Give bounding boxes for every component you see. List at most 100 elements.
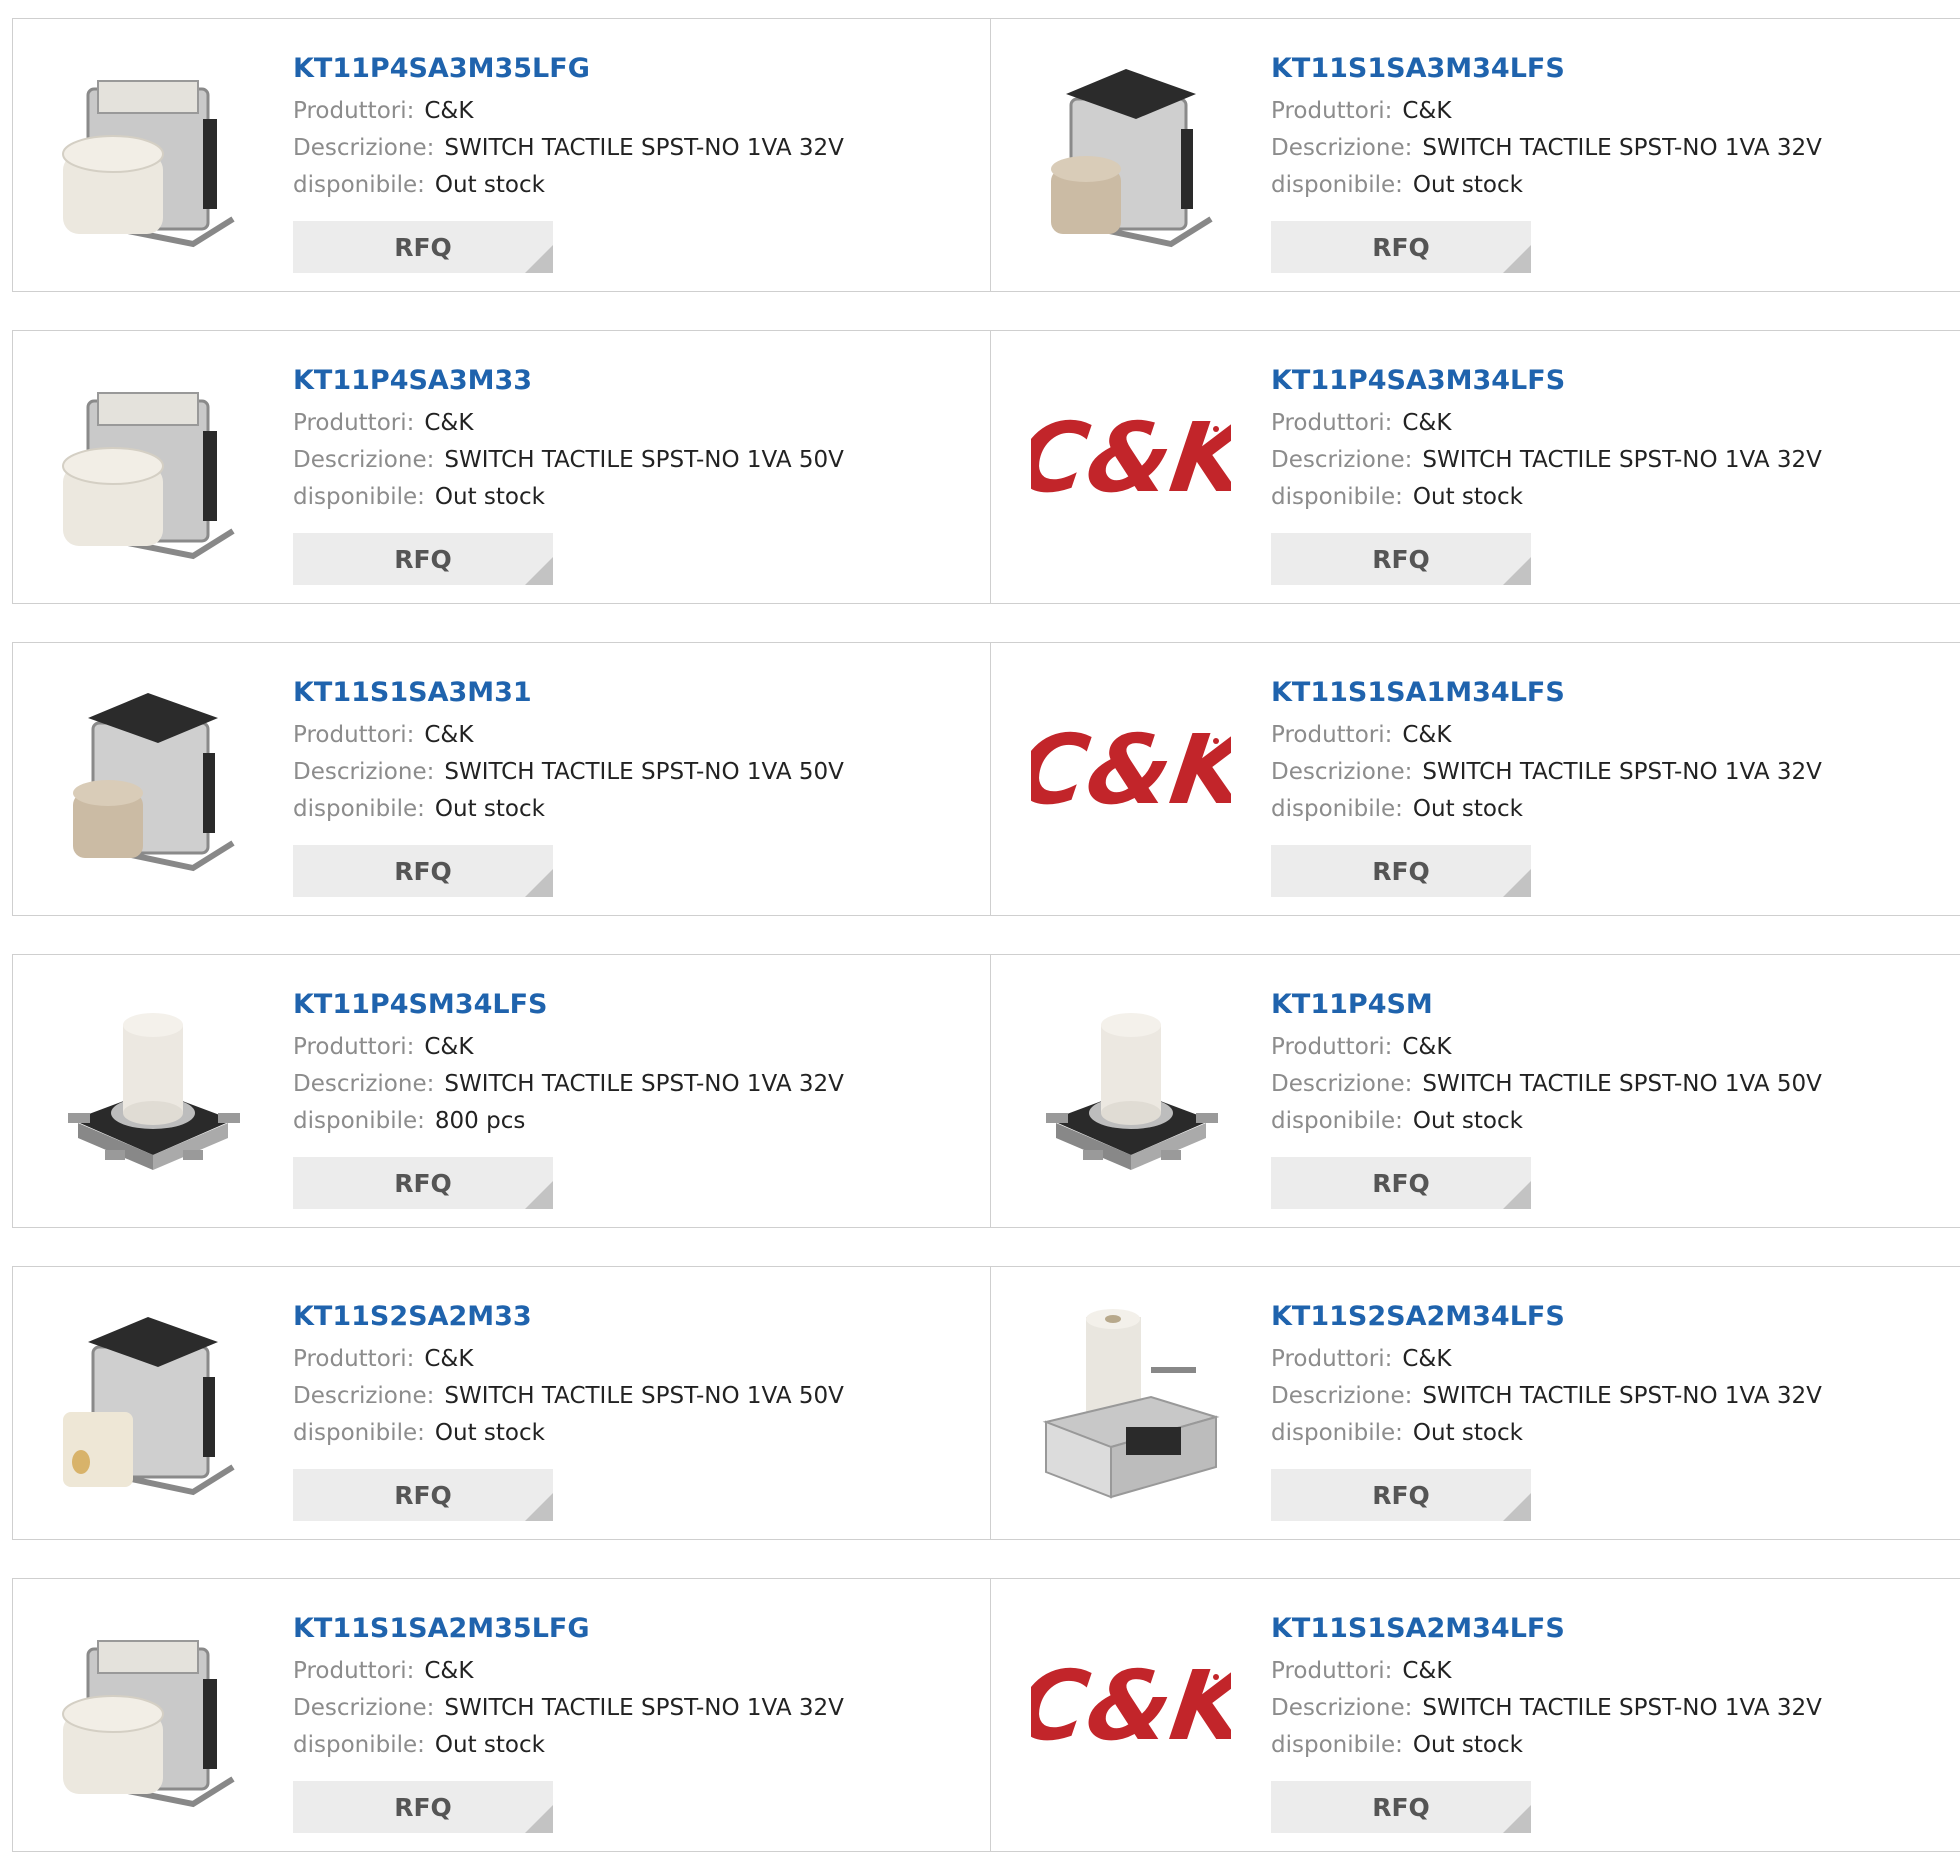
- description-value: SWITCH TACTILE SPST-NO 1VA 32V: [444, 1071, 844, 1097]
- manufacturer-line: Produttori: C&K: [1271, 405, 1822, 442]
- product-image[interactable]: [1031, 995, 1231, 1195]
- description-value: SWITCH TACTILE SPST-NO 1VA 32V: [1422, 447, 1822, 473]
- rfq-button[interactable]: RFQ: [1271, 1781, 1531, 1833]
- product-title-link[interactable]: KT11S1SA3M34LFS: [1271, 49, 1822, 89]
- rfq-button[interactable]: RFQ: [1271, 845, 1531, 897]
- corner-fold-icon: [525, 1805, 553, 1833]
- description-label: Descrizione:: [293, 135, 435, 161]
- product-image[interactable]: [53, 1307, 253, 1507]
- corner-fold-icon: [1503, 1493, 1531, 1521]
- availability-label: disponibile:: [293, 1732, 425, 1758]
- rfq-button[interactable]: RFQ: [1271, 221, 1531, 273]
- ck-logo: C&K: [1031, 1649, 1231, 1761]
- availability-label: disponibile:: [1271, 1420, 1403, 1446]
- product-image[interactable]: C&K: [1031, 683, 1231, 883]
- availability-value: Out stock: [1412, 1732, 1523, 1758]
- description-label: Descrizione:: [293, 1071, 435, 1097]
- product-title-link[interactable]: KT11S2SA2M33: [293, 1297, 844, 1337]
- manufacturer-label: Produttori:: [293, 410, 415, 436]
- product-card: KT11S2SA2M33 Produttori: C&K Descrizione: SW…: [13, 1267, 991, 1539]
- manufacturer-value: C&K: [1402, 1346, 1452, 1372]
- product-row: KT11P4SA3M35LFG Produttori: C&K Descrizione…: [12, 18, 1960, 292]
- rfq-button[interactable]: RFQ: [293, 1469, 553, 1521]
- availability-value: Out stock: [434, 796, 545, 822]
- description-value: SWITCH TACTILE SPST-NO 1VA 32V: [444, 1695, 844, 1721]
- manufacturer-value: C&K: [424, 410, 474, 436]
- product-title-link[interactable]: KT11P4SM: [1271, 985, 1822, 1025]
- manufacturer-value: C&K: [424, 1346, 474, 1372]
- product-title-link[interactable]: KT11P4SA3M34LFS: [1271, 361, 1822, 401]
- description-line: Descrizione: SWITCH TACTILE SPST-NO 1VA 3…: [1271, 1690, 1822, 1727]
- rfq-button[interactable]: RFQ: [293, 533, 553, 585]
- product-card: KT11S1SA2M35LFG Produttori: C&K Descrizione…: [13, 1579, 991, 1851]
- availability-line: disponibile: Out stock: [1271, 1103, 1822, 1140]
- product-title-link[interactable]: KT11S1SA1M34LFS: [1271, 673, 1822, 713]
- product-info: KT11P4SA3M35LFG Produttori: C&K Descrizione…: [293, 49, 844, 204]
- description-value: SWITCH TACTILE SPST-NO 1VA 50V: [444, 759, 844, 785]
- product-title-link[interactable]: KT11P4SA3M35LFG: [293, 49, 844, 89]
- product-card: C&K KT11S1SA1M34LFS Produttori: C&K Descriz…: [991, 643, 1960, 915]
- manufacturer-value: C&K: [1402, 722, 1452, 748]
- availability-value: Out stock: [434, 484, 545, 510]
- product-image[interactable]: [53, 1619, 253, 1819]
- manufacturer-label: Produttori:: [293, 1346, 415, 1372]
- product-image[interactable]: C&K: [1031, 371, 1231, 571]
- rfq-button[interactable]: RFQ: [1271, 533, 1531, 585]
- manufacturer-label: Produttori:: [293, 98, 415, 124]
- product-card: KT11S1SA3M34LFS Produttori: C&K Descrizione…: [991, 19, 1960, 291]
- description-value: SWITCH TACTILE SPST-NO 1VA 32V: [1422, 1695, 1822, 1721]
- product-info: KT11S1SA2M34LFS Produttori: C&K Descrizione…: [1271, 1609, 1822, 1764]
- product-image[interactable]: [53, 59, 253, 259]
- product-image[interactable]: [1031, 1307, 1231, 1507]
- rfq-label: RFQ: [394, 1480, 452, 1510]
- availability-line: disponibile: Out stock: [1271, 1727, 1822, 1764]
- description-value: SWITCH TACTILE SPST-NO 1VA 32V: [1422, 135, 1822, 161]
- product-title-link[interactable]: KT11S2SA2M34LFS: [1271, 1297, 1822, 1337]
- manufacturer-label: Produttori:: [1271, 410, 1393, 436]
- product-title-link[interactable]: KT11P4SA3M33: [293, 361, 844, 401]
- rfq-label: RFQ: [1372, 1480, 1430, 1510]
- corner-fold-icon: [525, 869, 553, 897]
- rfq-button[interactable]: RFQ: [1271, 1157, 1531, 1209]
- product-row: KT11S2SA2M33 Produttori: C&K Descrizione: SW…: [12, 1266, 1960, 1540]
- product-image[interactable]: [53, 371, 253, 571]
- product-image[interactable]: [53, 683, 253, 883]
- description-line: Descrizione: SWITCH TACTILE SPST-NO 1VA 3…: [293, 1690, 844, 1727]
- availability-line: disponibile: Out stock: [293, 479, 844, 516]
- product-title-link[interactable]: KT11S1SA2M34LFS: [1271, 1609, 1822, 1649]
- description-value: SWITCH TACTILE SPST-NO 1VA 32V: [1422, 1383, 1822, 1409]
- product-title-link[interactable]: KT11P4SM34LFS: [293, 985, 844, 1025]
- product-image[interactable]: [53, 995, 253, 1195]
- description-line: Descrizione: SWITCH TACTILE SPST-NO 1VA 5…: [293, 754, 844, 791]
- description-label: Descrizione:: [293, 1695, 435, 1721]
- product-image[interactable]: C&K: [1031, 1619, 1231, 1819]
- availability-line: disponibile: Out stock: [293, 791, 844, 828]
- description-line: Descrizione: SWITCH TACTILE SPST-NO 1VA 3…: [1271, 754, 1822, 791]
- product-title-link[interactable]: KT11S1SA3M31: [293, 673, 844, 713]
- rfq-button[interactable]: RFQ: [293, 221, 553, 273]
- manufacturer-line: Produttori: C&K: [1271, 93, 1822, 130]
- description-label: Descrizione:: [293, 759, 435, 785]
- corner-fold-icon: [1503, 1181, 1531, 1209]
- rfq-button[interactable]: RFQ: [293, 1157, 553, 1209]
- product-grid: KT11P4SA3M35LFG Produttori: C&K Descrizione…: [0, 0, 1960, 1852]
- product-info: KT11S1SA3M34LFS Produttori: C&K Descrizione…: [1271, 49, 1822, 204]
- rfq-button[interactable]: RFQ: [1271, 1469, 1531, 1521]
- description-label: Descrizione:: [1271, 1071, 1413, 1097]
- description-line: Descrizione: SWITCH TACTILE SPST-NO 1VA 5…: [1271, 1066, 1822, 1103]
- rfq-button[interactable]: RFQ: [293, 1781, 553, 1833]
- manufacturer-label: Produttori:: [1271, 98, 1393, 124]
- description-label: Descrizione:: [1271, 759, 1413, 785]
- description-line: Descrizione: SWITCH TACTILE SPST-NO 1VA 3…: [293, 1066, 844, 1103]
- product-card: C&K KT11P4SA3M34LFS Produttori: C&K Descriz…: [991, 331, 1960, 603]
- availability-value: Out stock: [434, 1420, 545, 1446]
- description-value: SWITCH TACTILE SPST-NO 1VA 50V: [444, 447, 844, 473]
- corner-fold-icon: [1503, 245, 1531, 273]
- description-value: SWITCH TACTILE SPST-NO 1VA 32V: [1422, 759, 1822, 785]
- product-image[interactable]: [1031, 59, 1231, 259]
- rfq-label: RFQ: [1372, 232, 1430, 262]
- manufacturer-label: Produttori:: [293, 722, 415, 748]
- product-title-link[interactable]: KT11S1SA2M35LFG: [293, 1609, 844, 1649]
- product-info: KT11S1SA2M35LFG Produttori: C&K Descrizione…: [293, 1609, 844, 1764]
- rfq-button[interactable]: RFQ: [293, 845, 553, 897]
